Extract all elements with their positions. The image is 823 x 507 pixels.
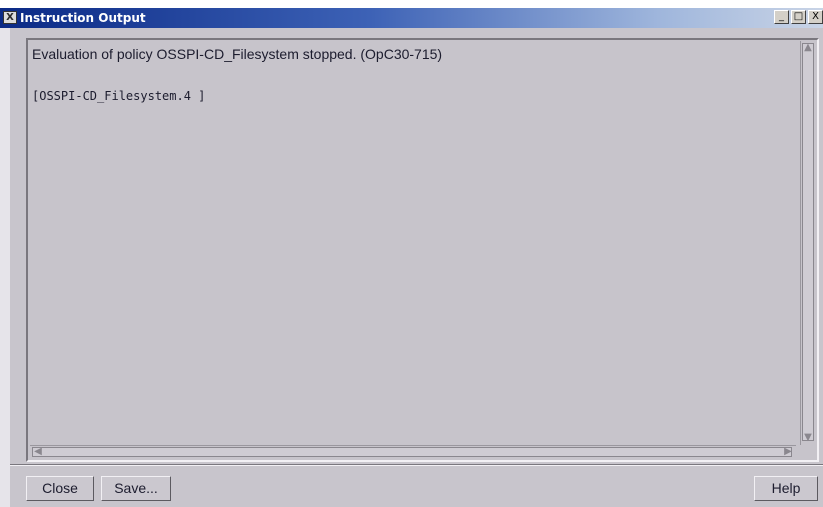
scroll-right-icon[interactable]: ▶ (782, 446, 794, 458)
app-icon[interactable]: X (3, 11, 17, 24)
separator (10, 464, 823, 466)
vertical-scrollbar[interactable]: ▲ ▼ (800, 41, 815, 445)
top-strip (0, 0, 823, 8)
output-line: [OSSPI-CD_Filesystem.4 ] (32, 89, 206, 103)
horizontal-scroll-thumb[interactable] (32, 447, 792, 457)
maximize-button[interactable]: □ (791, 10, 806, 24)
save-button[interactable]: Save... (101, 476, 171, 501)
output-pane: Evaluation of policy OSSPI-CD_Filesystem… (26, 38, 819, 462)
minimize-button[interactable]: _ (774, 10, 789, 24)
scroll-up-icon[interactable]: ▲ (802, 42, 814, 54)
output-line: Evaluation of policy OSSPI-CD_Filesystem… (32, 46, 443, 62)
horizontal-scrollbar[interactable]: ◀ ▶ (30, 445, 796, 458)
title-bar[interactable]: X Instruction Output _ □ X (0, 8, 823, 28)
scroll-left-icon[interactable]: ◀ (32, 446, 44, 458)
scroll-down-icon[interactable]: ▼ (802, 432, 814, 444)
output-text-area[interactable]: Evaluation of policy OSSPI-CD_Filesystem… (32, 44, 798, 444)
close-button[interactable]: Close (26, 476, 94, 501)
help-button[interactable]: Help (754, 476, 818, 501)
window-controls: _ □ X (774, 10, 823, 26)
close-window-button[interactable]: X (808, 10, 823, 24)
vertical-scroll-thumb[interactable] (802, 43, 814, 441)
window-left-edge (0, 28, 10, 507)
window-title: Instruction Output (20, 11, 146, 25)
instruction-output-window: X Instruction Output _ □ X Evaluation of… (0, 0, 823, 507)
